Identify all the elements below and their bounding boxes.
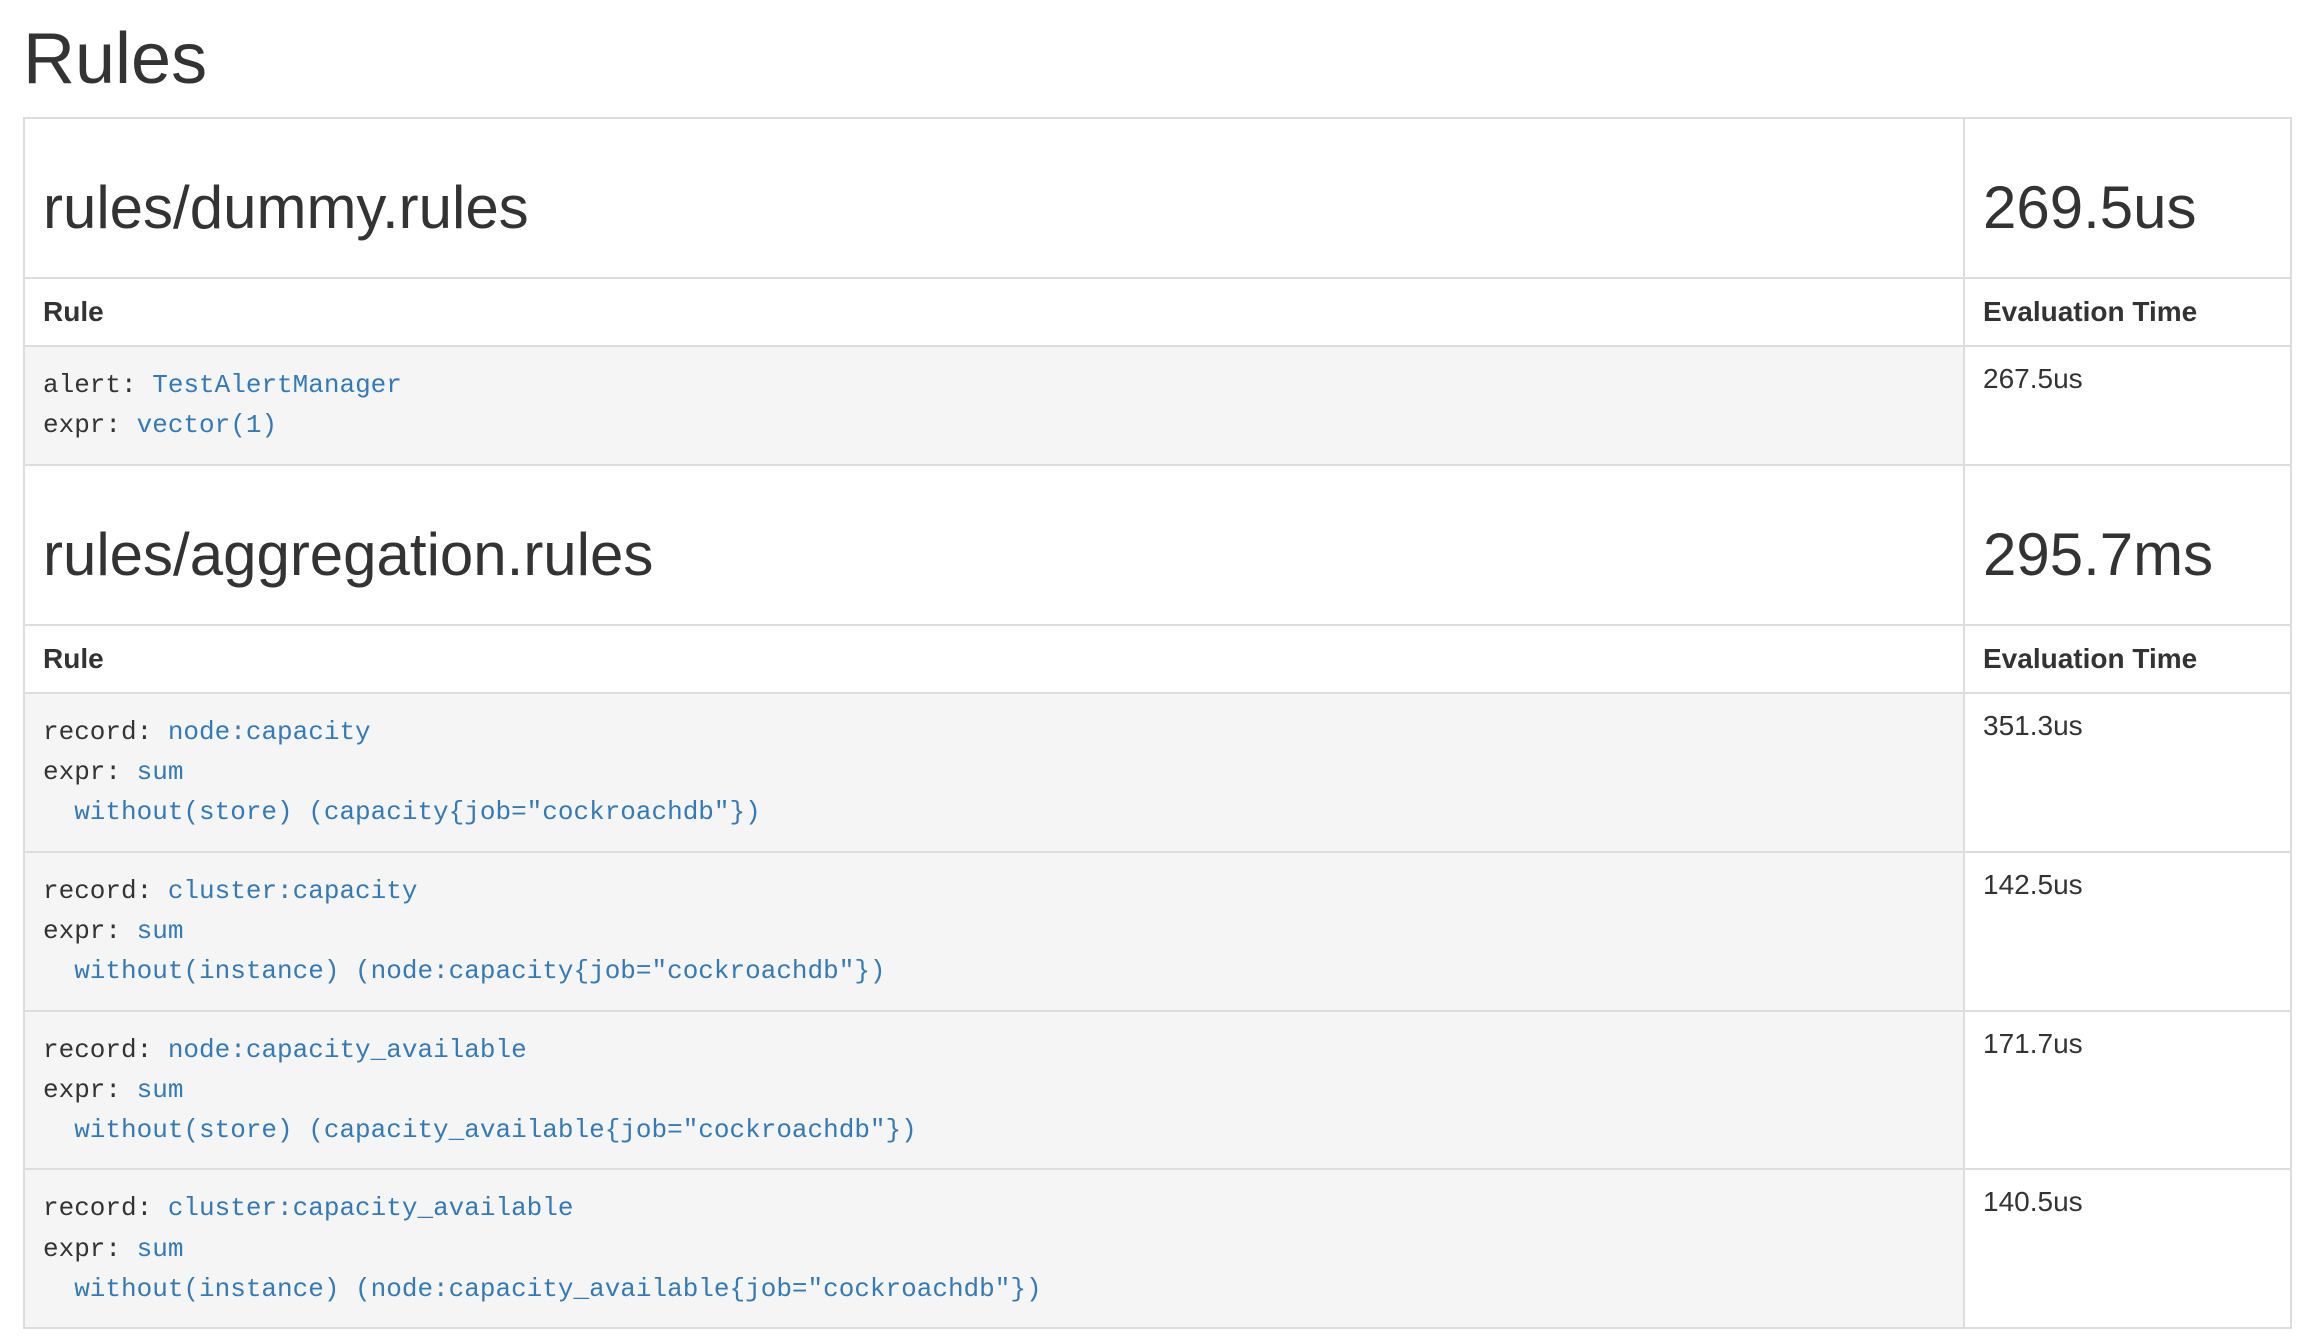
rule-row: record: cluster:capacity expr: sum witho… (24, 852, 2291, 1011)
rule-expr-link[interactable]: without(instance) (node:capacity_availab… (74, 1274, 1041, 1304)
rule-eval-time: 142.5us (1964, 852, 2291, 1011)
rule-key-label: alert: (43, 370, 137, 400)
rule-expr-link[interactable]: without(store) (capacity_available{job="… (74, 1115, 917, 1145)
rule-expr-link[interactable]: sum (137, 1075, 184, 1105)
rule-row: alert: TestAlertManager expr: vector(1) … (24, 346, 2291, 465)
rule-expr-link[interactable]: without(store) (capacity{job="cockroachd… (74, 797, 761, 827)
rule-code-cell: record: cluster:capacity_available expr:… (24, 1169, 1964, 1328)
rule-expr-line: expr: sum (43, 752, 1945, 792)
rule-code-cell: record: node:capacity expr: sum without(… (24, 693, 1964, 852)
time-column-header: Evaluation Time (1964, 625, 2291, 693)
group-total-eval-time: 269.5us (1983, 175, 2272, 241)
rule-expr-link[interactable]: without(instance) (node:capacity{job="co… (74, 956, 885, 986)
rule-name-line: record: cluster:capacity (43, 871, 1945, 911)
rule-row: record: node:capacity_available expr: su… (24, 1011, 2291, 1170)
rule-expr-line: expr: sum (43, 1070, 1945, 1110)
rules-table: rules/dummy.rules 269.5us Rule Evaluatio… (23, 117, 2292, 1329)
group-eval-time-cell: 295.7ms (1964, 465, 2291, 625)
rule-code-cell: alert: TestAlertManager expr: vector(1) (24, 346, 1964, 465)
rule-name-line: alert: TestAlertManager (43, 365, 1945, 405)
rule-expr-link[interactable]: sum (137, 916, 184, 946)
rule-expr-line: expr: sum (43, 911, 1945, 951)
rule-name-line: record: node:capacity_available (43, 1030, 1945, 1070)
rule-code: record: cluster:capacity expr: sum witho… (25, 853, 1963, 1010)
rule-code: record: node:capacity expr: sum without(… (25, 694, 1963, 851)
rule-column-header: Rule (24, 278, 1964, 346)
rule-code: record: cluster:capacity_available expr:… (25, 1170, 1963, 1327)
rule-column-header: Rule (24, 625, 1964, 693)
group-file-name: rules/dummy.rules (43, 175, 1945, 241)
group-file-cell: rules/aggregation.rules (24, 465, 1964, 625)
rules-page: Rules rules/dummy.rules 269.5us Rule Eva… (0, 20, 2316, 1329)
rule-code: alert: TestAlertManager expr: vector(1) (25, 347, 1963, 464)
page-title: Rules (23, 20, 2292, 99)
rule-expr-continuation-line: without(store) (capacity{job="cockroachd… (43, 792, 1945, 832)
rule-name-link[interactable]: node:capacity_available (168, 1035, 527, 1065)
rule-name-line: record: node:capacity (43, 712, 1945, 752)
rule-expr-continuation-line: without(store) (capacity_available{job="… (43, 1110, 1945, 1150)
group-total-eval-time: 295.7ms (1983, 522, 2272, 588)
expr-key-label: expr: (43, 1234, 121, 1264)
rule-code: record: node:capacity_available expr: su… (25, 1012, 1963, 1169)
rule-key-label: record: (43, 1193, 152, 1223)
rule-eval-time: 140.5us (1964, 1169, 2291, 1328)
expr-key-label: expr: (43, 1075, 121, 1105)
group-eval-time-cell: 269.5us (1964, 118, 2291, 278)
time-column-header: Evaluation Time (1964, 278, 2291, 346)
expr-key-label: expr: (43, 410, 121, 440)
rule-expr-link[interactable]: sum (137, 1234, 184, 1264)
rule-eval-time: 267.5us (1964, 346, 2291, 465)
rule-key-label: record: (43, 1035, 152, 1065)
group-file-cell: rules/dummy.rules (24, 118, 1964, 278)
column-header-row: Rule Evaluation Time (24, 625, 2291, 693)
rule-name-link[interactable]: cluster:capacity (168, 876, 418, 906)
expr-key-label: expr: (43, 757, 121, 787)
rule-name-link[interactable]: TestAlertManager (152, 370, 402, 400)
rule-name-link[interactable]: node:capacity (168, 717, 371, 747)
rule-name-link[interactable]: cluster:capacity_available (168, 1193, 574, 1223)
group-file-name: rules/aggregation.rules (43, 522, 1945, 588)
rule-group-header-row: rules/aggregation.rules 295.7ms (24, 465, 2291, 625)
rule-row: record: cluster:capacity_available expr:… (24, 1169, 2291, 1328)
rule-row: record: node:capacity expr: sum without(… (24, 693, 2291, 852)
rule-group-header-row: rules/dummy.rules 269.5us (24, 118, 2291, 278)
rule-eval-time: 171.7us (1964, 1011, 2291, 1170)
rule-expr-link[interactable]: sum (137, 757, 184, 787)
rule-code-cell: record: cluster:capacity expr: sum witho… (24, 852, 1964, 1011)
rule-eval-time: 351.3us (1964, 693, 2291, 852)
rule-expr-continuation-line: without(instance) (node:capacity_availab… (43, 1269, 1945, 1309)
rule-expr-line: expr: vector(1) (43, 405, 1945, 445)
rule-name-line: record: cluster:capacity_available (43, 1188, 1945, 1228)
rule-key-label: record: (43, 717, 152, 747)
expr-key-label: expr: (43, 916, 121, 946)
rule-key-label: record: (43, 876, 152, 906)
rule-code-cell: record: node:capacity_available expr: su… (24, 1011, 1964, 1170)
column-header-row: Rule Evaluation Time (24, 278, 2291, 346)
rule-expr-line: expr: sum (43, 1229, 1945, 1269)
rule-expr-link[interactable]: vector(1) (137, 410, 277, 440)
rule-expr-continuation-line: without(instance) (node:capacity{job="co… (43, 951, 1945, 991)
